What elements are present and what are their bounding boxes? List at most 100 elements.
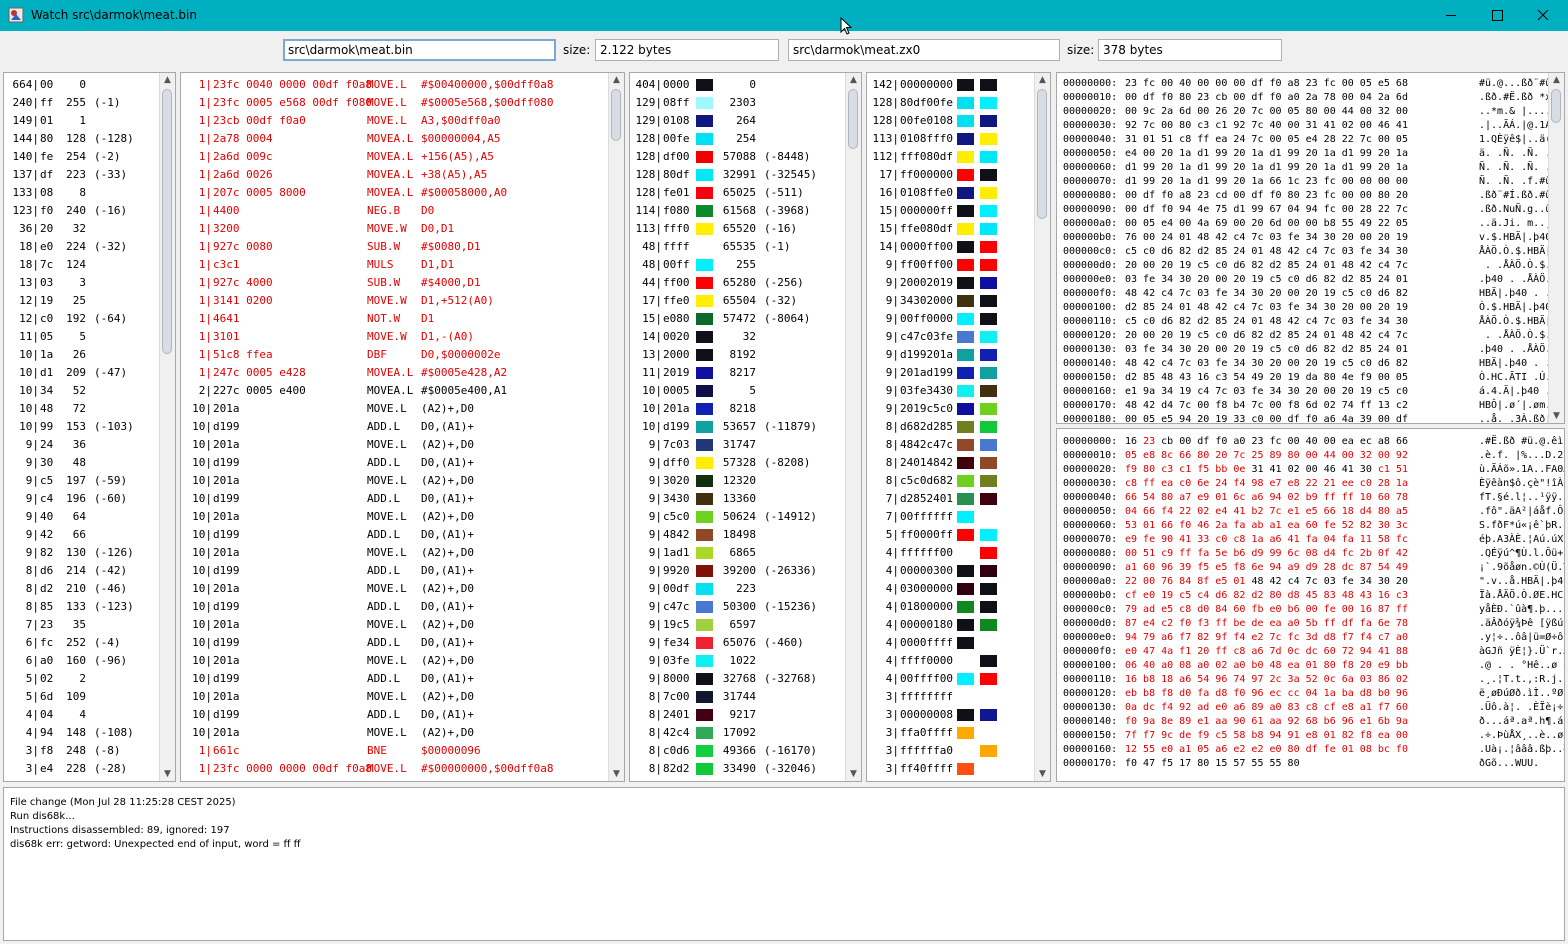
hex-address: 00000060: xyxy=(1063,162,1118,173)
disasm-opcode-bytes: 927c 4000 xyxy=(213,276,273,289)
byte-signed: (-46) xyxy=(94,582,128,595)
bin-path-field[interactable]: src\darmok\meat.bin xyxy=(283,39,556,61)
minimize-button[interactable] xyxy=(1428,0,1474,31)
word-stat-row: 9| 4842 18498 xyxy=(630,526,846,544)
byte-count: 10| xyxy=(19,366,39,379)
byte-hex: df xyxy=(40,168,54,181)
scroll-down-icon[interactable]: ▼ xyxy=(846,767,861,781)
hex-address: 00000070: xyxy=(1063,176,1118,187)
long-count: 3| xyxy=(885,690,899,703)
word-hex: 4842 xyxy=(663,528,690,541)
byte-signed: (-96) xyxy=(94,654,128,667)
long-stat-row: 9| 2019c5c0 xyxy=(867,400,1035,418)
byte-hex: f0 xyxy=(40,204,54,217)
byte-stat-row: 149| 01 1 xyxy=(4,112,160,130)
byte-count: 12| xyxy=(19,312,39,325)
byte-stats-scrollbar[interactable]: ▲ ▼ xyxy=(159,73,175,781)
hex-address: 00000070: xyxy=(1063,534,1118,545)
scroll-down-icon[interactable]: ▼ xyxy=(160,767,175,781)
bin-size-field[interactable]: 2.122 bytes xyxy=(595,39,779,61)
hex-ascii: .÷.ÞùÅX¸..è..øê. xyxy=(1479,730,1564,741)
disasm-row: 1| 2a6d 0026 MOVEA.L +38(A5),A5 xyxy=(181,166,609,184)
color-swatch xyxy=(980,583,997,595)
disasm-operands: D0,(A1)+ xyxy=(421,420,474,433)
scroll-down-icon[interactable]: ▼ xyxy=(1035,767,1050,781)
long-stat-row: 16| 0108ffe0 xyxy=(867,184,1035,202)
byte-stat-row: 10| 34 52 xyxy=(4,382,160,400)
disasm-row: 2| 227c 0005 e400 MOVEA.L #$0005e400,A1 xyxy=(181,382,609,400)
long-stats-scrollbar[interactable]: ▲ ▼ xyxy=(1034,73,1050,781)
color-swatch xyxy=(980,313,997,325)
color-swatch xyxy=(696,331,713,343)
byte-hex: 08 xyxy=(40,186,54,199)
disasm-opcode-bytes: d199 xyxy=(213,708,240,721)
scroll-thumb[interactable] xyxy=(848,89,858,149)
hex-bytes: 7f f7 9c de f9 c5 58 b8 94 91 e8 01 82 f… xyxy=(1125,729,1408,743)
byte-value: 25 xyxy=(72,294,86,307)
scroll-thumb[interactable] xyxy=(1551,89,1561,123)
scroll-thumb[interactable] xyxy=(162,89,172,354)
word-value: 18498 xyxy=(722,528,756,541)
scroll-down-icon[interactable]: ▼ xyxy=(1549,409,1564,423)
scroll-up-icon[interactable]: ▲ xyxy=(1035,73,1050,87)
byte-hex: fc xyxy=(40,636,54,649)
long-count: 8| xyxy=(885,456,899,469)
scroll-up-icon[interactable]: ▲ xyxy=(846,73,861,87)
color-swatch xyxy=(957,187,974,199)
zx0-size-field[interactable]: 378 bytes xyxy=(1098,39,1282,61)
hex-row: 00000050: 04 66 f4 22 02 e4 41 b2 7c e1 e… xyxy=(1057,505,1564,519)
long-stat-row: 4| 03000000 xyxy=(867,580,1035,598)
byte-value: 109 xyxy=(66,690,86,703)
scroll-up-icon[interactable]: ▲ xyxy=(609,73,624,87)
hex-byte-group: 22 00 76 84 8f e5 01 xyxy=(1125,576,1246,587)
disasm-mnemonic: SUB.W xyxy=(367,276,401,289)
scroll-thumb[interactable] xyxy=(1037,89,1047,219)
hex-bytes: 94 79 a6 f7 82 9f f4 e2 7c fc 3d d8 f7 f… xyxy=(1125,631,1408,645)
word-count: 8| xyxy=(648,726,662,739)
disasm-operands: (A2)+,D0 xyxy=(421,438,474,451)
zx0-path-field[interactable]: src\darmok\meat.zx0 xyxy=(788,39,1060,61)
hex-ascii: .y¦÷..ôâ|ü=Ø÷ôÇ xyxy=(1479,632,1565,643)
word-stat-row: 128| 80df 32991 (-32545) xyxy=(630,166,846,184)
word-hex: 0108 xyxy=(663,114,690,127)
hex-row: 00000090: a1 60 96 39 f5 e5 f8 6e 94 a9 d… xyxy=(1057,561,1564,575)
byte-stat-row: 9| 40 64 xyxy=(4,508,160,526)
bin-hex-scrollbar[interactable]: ▲ ▼ xyxy=(1548,73,1564,423)
close-button[interactable] xyxy=(1520,0,1566,31)
byte-hex: ff xyxy=(40,96,54,109)
byte-signed: (-8) xyxy=(94,744,121,757)
byte-value: 192 xyxy=(66,312,86,325)
scroll-up-icon[interactable]: ▲ xyxy=(1549,73,1564,87)
byte-stat-row: 140| fe 254 (-2) xyxy=(4,148,160,166)
disasm-mnemonic: MULS xyxy=(367,258,394,271)
long-stat-row: 4| 0000ffff xyxy=(867,634,1035,652)
hex-row: 000000d0: 20 00 20 19 c5 c0 d6 82 d2 85 2… xyxy=(1057,259,1564,273)
disasm-mnemonic: MOVE.L xyxy=(367,582,407,595)
byte-hex: 20 xyxy=(40,222,54,235)
scroll-down-icon[interactable]: ▼ xyxy=(609,767,624,781)
hex-ascii: .fô".äA²|áåf.Ô.¥ xyxy=(1479,506,1564,517)
byte-count: 4| xyxy=(25,708,39,721)
word-stat-row: 129| 08ff 2303 xyxy=(630,94,846,112)
long-hex: ffe080df xyxy=(900,222,953,235)
word-stats-scrollbar[interactable]: ▲ ▼ xyxy=(845,73,861,781)
color-swatch xyxy=(696,763,713,775)
word-stat-row: 8| 7c00 31744 xyxy=(630,688,846,706)
maximize-button[interactable] xyxy=(1474,0,1520,31)
long-count: 4| xyxy=(885,600,899,613)
disasm-opcode-bytes: 201a xyxy=(213,582,240,595)
word-stat-row: 8| c0d6 49366 (-16170) xyxy=(630,742,846,760)
disasm-mnemonic: MOVE.L xyxy=(367,546,407,559)
long-hex: ffffffa0 xyxy=(900,744,953,757)
scroll-thumb[interactable] xyxy=(611,89,621,141)
word-count: 44| xyxy=(642,276,662,289)
hex-bytes: e0 47 4a f1 20 ff c8 a6 7d 0c dc 60 72 9… xyxy=(1125,645,1408,659)
disasm-row: 10| d199 ADD.L D0,(A1)+ xyxy=(181,454,609,472)
byte-signed: (-32) xyxy=(94,240,128,253)
scroll-up-icon[interactable]: ▲ xyxy=(160,73,175,87)
disassembly-scrollbar[interactable]: ▲ ▼ xyxy=(608,73,624,781)
long-stat-row: 4| 00ffff00 xyxy=(867,670,1035,688)
hex-byte-group: cb 00 df f0 a0 23 fc 00 40 00 xyxy=(1155,436,1336,447)
word-value: 65025 xyxy=(722,186,756,199)
disasm-count: 10| xyxy=(192,708,212,721)
